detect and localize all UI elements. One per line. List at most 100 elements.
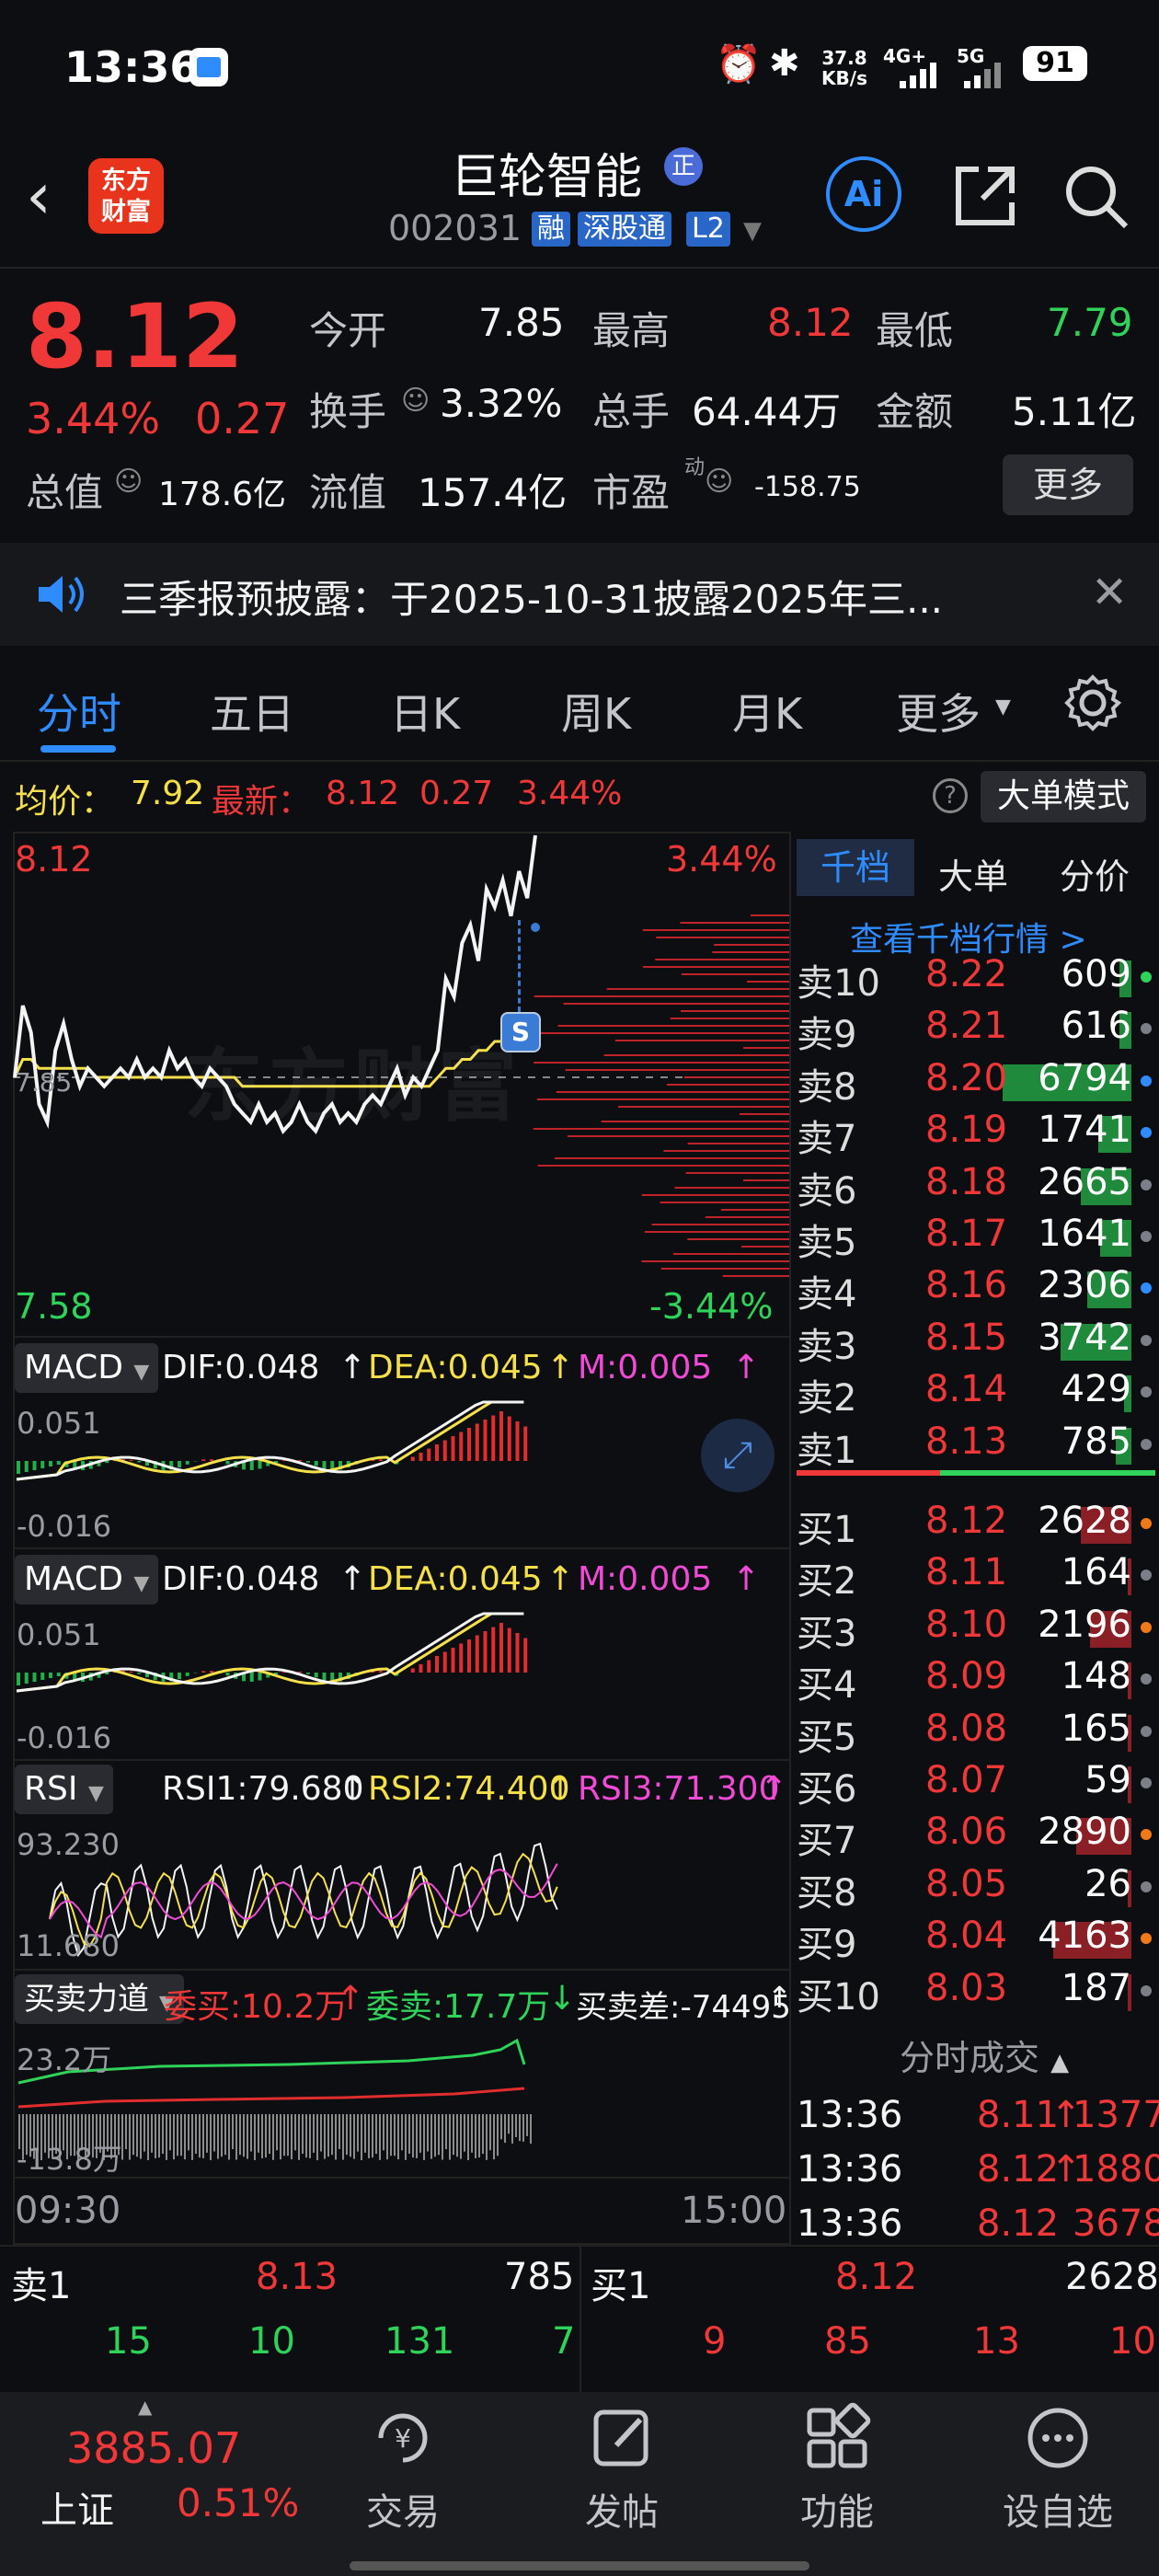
- ask-row[interactable]: 卖5 8.17 1641: [797, 1213, 1155, 1264]
- bid-level-label: 买9: [797, 1924, 857, 1967]
- bid-row[interactable]: 买6 8.07 59: [797, 1759, 1155, 1811]
- more-button[interactable]: 更多: [1003, 454, 1133, 515]
- macd-selector[interactable]: MACD ▼: [15, 1343, 159, 1393]
- tab-daily-k[interactable]: 日K: [390, 681, 460, 742]
- macd-histogram-bar: [298, 1671, 303, 1673]
- trade-price: 8.11: [977, 2094, 1060, 2136]
- bid-row[interactable]: 买8 8.05 26: [797, 1863, 1155, 1915]
- price-distribution-bar: [554, 1157, 789, 1159]
- tab-thousand-level[interactable]: 千档: [797, 839, 914, 896]
- macd-histogram-bar: [507, 1627, 511, 1673]
- ask-row[interactable]: 卖10 8.22 609: [797, 953, 1155, 1005]
- expand-icon[interactable]: ⤢: [701, 1419, 775, 1492]
- bid-row[interactable]: 买4 8.09 148: [797, 1655, 1155, 1707]
- bid-price: 8.05: [925, 1862, 1008, 1905]
- macd-name: MACD: [24, 1349, 123, 1386]
- macd-histogram-bar: [442, 1651, 447, 1673]
- force-chart[interactable]: [13, 2028, 791, 2175]
- ask-row[interactable]: 卖3 8.15 3742: [797, 1317, 1155, 1368]
- nav-add-watchlist[interactable]: 设自选: [984, 2482, 1131, 2536]
- trades-title[interactable]: 分时成交 ▲: [900, 2030, 1069, 2080]
- force-diff-bar: [335, 2114, 337, 2160]
- order-type-dot-icon: [1141, 1127, 1152, 1139]
- tab-monthly-k[interactable]: 月K: [732, 681, 802, 742]
- rsi-chart[interactable]: [13, 1818, 791, 1965]
- help-icon[interactable]: ?: [933, 778, 968, 813]
- amount-value: 5.11亿: [1012, 389, 1137, 434]
- signal-dot: [531, 923, 540, 932]
- info-icon[interactable]: ☺: [705, 466, 733, 498]
- nav-post[interactable]: 发帖: [548, 2482, 695, 2536]
- bid-row[interactable]: 买1 8.12 2628: [797, 1500, 1155, 1551]
- bid-price: 8.06: [925, 1811, 1008, 1854]
- macd-chart[interactable]: [13, 1397, 791, 1544]
- force-diff-bar: [309, 2114, 311, 2158]
- ask-row[interactable]: 卖8 8.20 6794: [797, 1057, 1155, 1109]
- trade-icon[interactable]: ¥: [366, 2401, 440, 2475]
- ai-button[interactable]: Ai: [826, 156, 901, 232]
- force-diff-bar: [357, 2114, 359, 2152]
- tab-intraday[interactable]: 分时: [37, 681, 121, 742]
- bid-row[interactable]: 买2 8.11 164: [797, 1551, 1155, 1603]
- bid-row[interactable]: 买10 8.03 187: [797, 1967, 1155, 2018]
- ask-row[interactable]: 卖9 8.21 616: [797, 1005, 1155, 1056]
- macd-histogram-bar: [523, 1638, 528, 1673]
- tab-weekly-k[interactable]: 周K: [561, 681, 631, 742]
- rsi-selector[interactable]: RSI ▼: [15, 1765, 113, 1814]
- force-diff-bar: [423, 2114, 425, 2160]
- macd-top-label: 0.051: [17, 1406, 101, 1441]
- rsi-bottom-label: 11.680: [17, 1928, 120, 1963]
- info-icon[interactable]: ☺: [401, 385, 430, 417]
- volume-value: 64.44万: [692, 389, 842, 434]
- post-icon[interactable]: [585, 2401, 659, 2475]
- bid-row[interactable]: 买5 8.08 165: [797, 1708, 1155, 1759]
- share-icon[interactable]: [951, 162, 1019, 234]
- big-order-mode-button[interactable]: 大单模式: [981, 771, 1146, 822]
- ask-row[interactable]: 卖7 8.19 1741: [797, 1109, 1155, 1160]
- eastmoney-logo[interactable]: 东方 财富: [88, 158, 164, 234]
- turnover-value: 3.32%: [440, 381, 563, 426]
- macd-histogram-bar: [378, 1459, 383, 1461]
- search-icon[interactable]: [1061, 162, 1130, 234]
- tab-big-order[interactable]: 大单: [938, 848, 1008, 899]
- more-options-icon[interactable]: [1021, 2401, 1095, 2475]
- info-icon[interactable]: ☺: [114, 466, 143, 498]
- price-distribution-bar: [660, 1202, 789, 1203]
- gear-icon[interactable]: [1063, 673, 1122, 736]
- tabs-divider: [0, 760, 1159, 762]
- nav-trade[interactable]: 交易: [329, 2482, 476, 2536]
- force-diff-bar: [276, 2114, 278, 2151]
- bid-row[interactable]: 买9 8.04 4163: [797, 1915, 1155, 1966]
- sell-signal-marker[interactable]: S: [500, 1012, 541, 1052]
- force-diff-bar: [195, 2114, 197, 2155]
- force-selector[interactable]: 买卖力道 ▼: [15, 1974, 184, 2024]
- ask-row[interactable]: 卖2 8.14 429: [797, 1368, 1155, 1420]
- macd2-selector[interactable]: MACD ▼: [15, 1555, 159, 1604]
- ask-price: 8.18: [925, 1160, 1008, 1203]
- price-distribution-bar: [535, 1032, 789, 1034]
- price-distribution-bar: [614, 1040, 789, 1041]
- ask-row[interactable]: 卖1 8.13 785: [797, 1420, 1155, 1472]
- notice-bar[interactable]: 三季报预披露：于2025-10-31披露2025年三... ✕: [0, 543, 1159, 646]
- ask-row[interactable]: 卖4 8.16 2306: [797, 1264, 1155, 1316]
- nav-function[interactable]: 功能: [763, 2482, 911, 2536]
- arrow-up-icon: ↑: [546, 1560, 575, 1598]
- index-ticker[interactable]: ▲ 3885.07 上证 0.51%: [0, 2392, 304, 2576]
- active-tab-indicator: [40, 745, 116, 753]
- tab-price-distribution[interactable]: 分价: [1060, 848, 1130, 899]
- tab-five-day[interactable]: 五日: [210, 681, 294, 742]
- bid-row[interactable]: 买3 8.10 2196: [797, 1604, 1155, 1655]
- ask-row[interactable]: 卖6 8.18 2665: [797, 1161, 1155, 1213]
- macd-histogram-bar: [49, 1461, 52, 1466]
- bid-row[interactable]: 买7 8.06 2890: [797, 1811, 1155, 1862]
- dropdown-triangle-icon[interactable]: ▼: [743, 217, 762, 245]
- back-button[interactable]: ‹: [26, 158, 52, 234]
- force-diff-bar: [221, 2114, 223, 2157]
- macd2-chart[interactable]: [13, 1608, 791, 1755]
- function-icon[interactable]: [800, 2401, 874, 2475]
- price-distribution-bar: [683, 1076, 789, 1078]
- tab-more[interactable]: 更多: [896, 681, 981, 742]
- stock-name[interactable]: 巨轮智能: [451, 138, 642, 207]
- close-icon[interactable]: ✕: [1091, 567, 1128, 618]
- time-end-label: 15:00: [681, 2190, 787, 2232]
